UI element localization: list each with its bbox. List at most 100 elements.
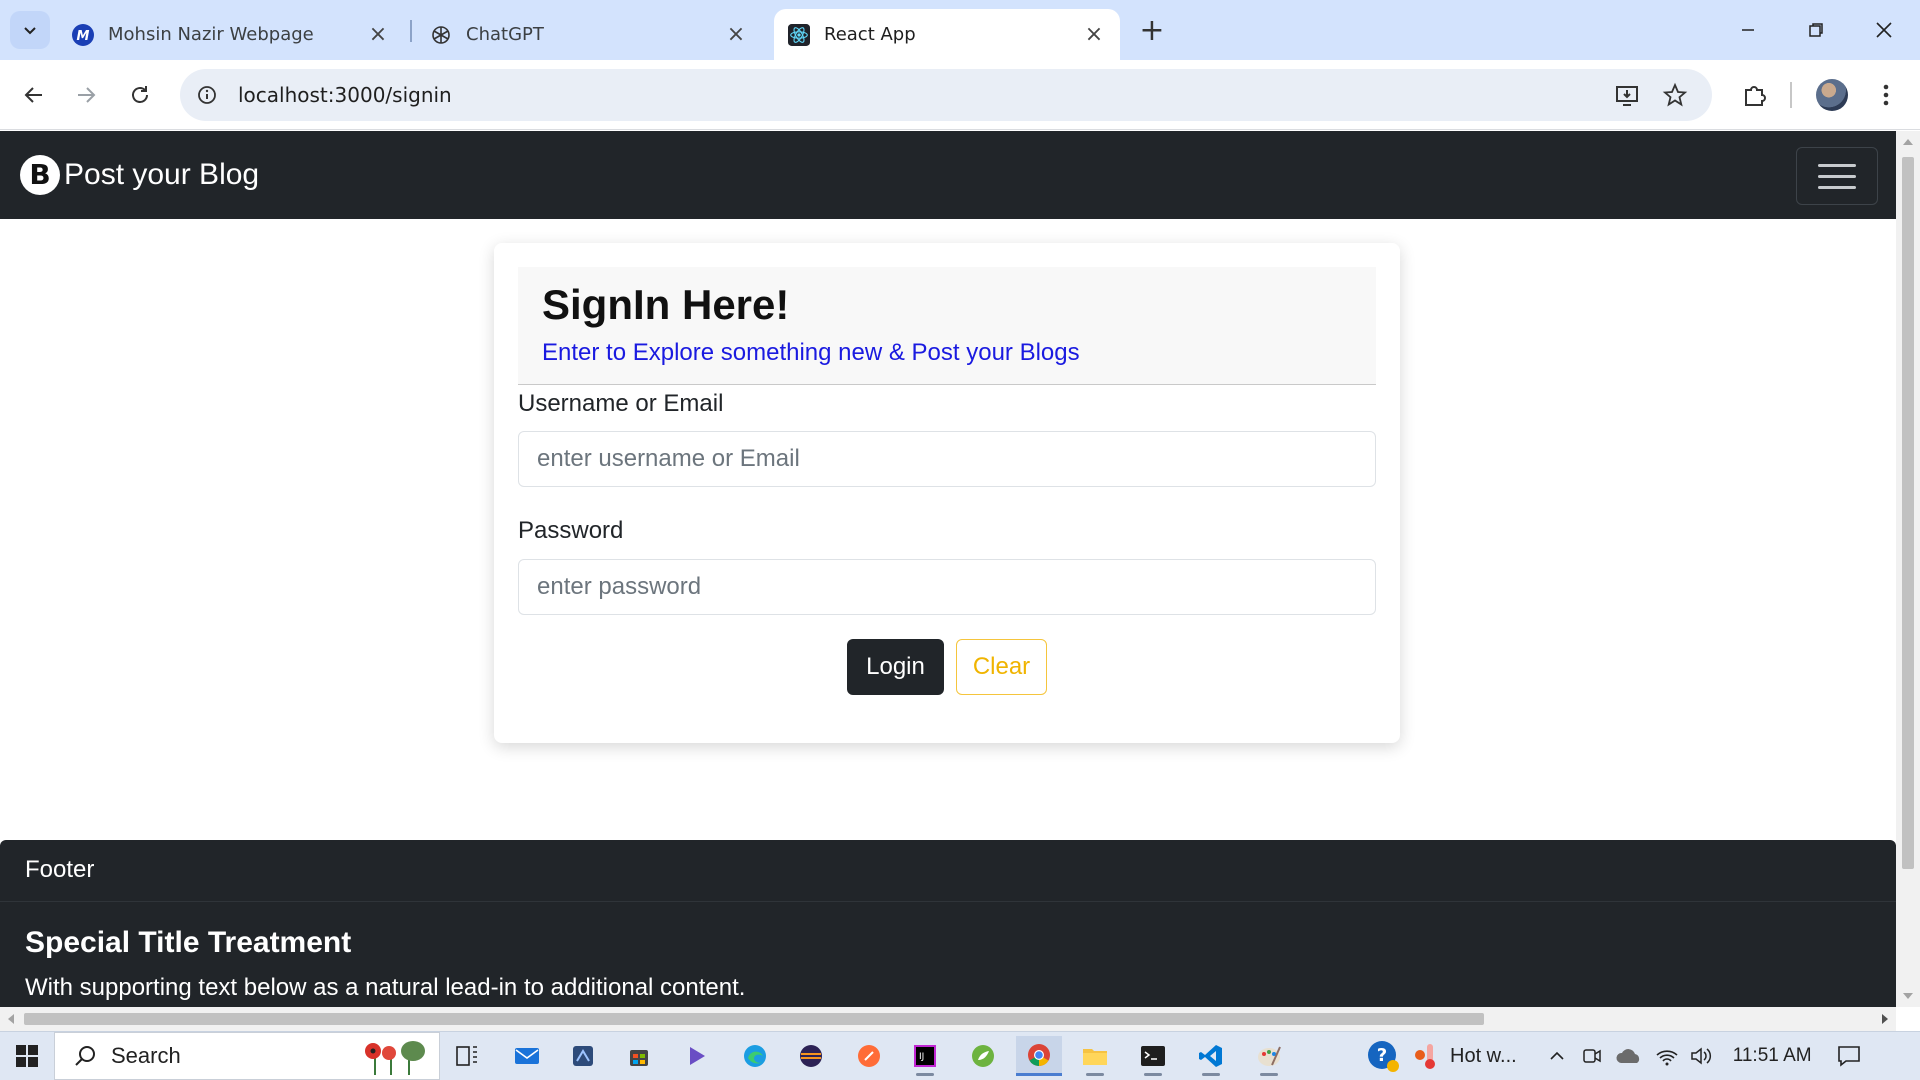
close-icon[interactable]: × xyxy=(1082,22,1106,47)
blogger-logo-icon: B xyxy=(20,155,60,195)
scroll-left-arrow-icon[interactable] xyxy=(8,1014,14,1024)
chevron-down-icon xyxy=(24,27,36,35)
scroll-up-arrow-icon[interactable] xyxy=(1903,139,1913,145)
wifi-icon[interactable] xyxy=(1655,1045,1679,1067)
taskbar-edge[interactable] xyxy=(732,1036,778,1076)
hamburger-line xyxy=(1818,185,1856,189)
folder-icon xyxy=(1083,1049,1107,1065)
onedrive-cloud-icon[interactable] xyxy=(1615,1046,1643,1066)
svg-text:IJ: IJ xyxy=(919,1052,924,1062)
taskbar-store[interactable] xyxy=(616,1036,662,1076)
horizontal-scroll-thumb[interactable] xyxy=(24,1013,1484,1025)
svg-text:M: M xyxy=(77,29,90,44)
play-icon xyxy=(690,1047,705,1065)
username-input[interactable] xyxy=(518,431,1376,487)
eclipse-icon xyxy=(800,1045,822,1067)
close-icon[interactable]: × xyxy=(724,22,748,47)
taskbar-mail[interactable] xyxy=(504,1036,550,1076)
mail-icon xyxy=(515,1048,539,1064)
thermometer-icon xyxy=(1415,1044,1435,1069)
chrome-icon xyxy=(1028,1043,1050,1066)
palette-icon xyxy=(1258,1046,1281,1066)
taskbar-search-label: Search xyxy=(111,1043,181,1068)
task-view-button[interactable] xyxy=(444,1036,490,1076)
postman-icon xyxy=(858,1045,880,1067)
reload-button[interactable] xyxy=(118,73,162,117)
hamburger-line xyxy=(1818,163,1856,167)
signin-card: SignIn Here! Enter to Explore something … xyxy=(494,243,1400,743)
scroll-right-arrow-icon[interactable] xyxy=(1882,1014,1888,1024)
notifications-icon[interactable] xyxy=(1836,1043,1862,1069)
terminal-icon xyxy=(1141,1046,1165,1066)
footer-text: With supporting text below as a natural … xyxy=(25,974,746,1001)
profile-button[interactable] xyxy=(1810,73,1854,117)
chevron-up-icon[interactable] xyxy=(1547,1046,1567,1066)
address-bar[interactable]: localhost:3000/signin xyxy=(180,69,1712,121)
scroll-down-arrow-icon[interactable] xyxy=(1903,993,1913,999)
close-icon xyxy=(1876,22,1892,38)
vertical-scrollbar[interactable] xyxy=(1896,131,1920,1007)
footer-header-text: Footer xyxy=(25,856,95,883)
system-tray: ? Hot w... 11:51 AM xyxy=(1364,1032,1920,1080)
speaker-icon[interactable] xyxy=(1689,1045,1713,1067)
intellij-icon: IJ xyxy=(914,1045,936,1067)
menu-button[interactable] xyxy=(1864,73,1908,117)
tab-separator xyxy=(410,20,412,42)
brand-link[interactable]: B Post your Blog xyxy=(20,155,259,195)
tab-react-app[interactable]: React App × xyxy=(774,9,1120,60)
tab-title: ChatGPT xyxy=(466,24,544,45)
taskbar-chrome[interactable] xyxy=(1016,1036,1062,1076)
restore-button[interactable] xyxy=(1786,10,1846,50)
close-icon[interactable]: × xyxy=(366,22,390,47)
minimize-button[interactable] xyxy=(1718,10,1778,50)
store-icon xyxy=(630,1050,648,1066)
taskbar-app-2[interactable] xyxy=(560,1036,606,1076)
spring-leaf-icon xyxy=(972,1045,994,1067)
taskbar-postman[interactable] xyxy=(846,1036,892,1076)
reload-icon xyxy=(132,86,148,103)
taskbar-vscode[interactable] xyxy=(1188,1036,1234,1076)
forward-button[interactable] xyxy=(64,73,108,117)
navbar-toggler-button[interactable] xyxy=(1796,147,1878,205)
taskbar-intellij[interactable]: IJ xyxy=(902,1036,948,1076)
taskbar-search-box[interactable]: Search xyxy=(54,1032,440,1080)
help-icon[interactable]: ? xyxy=(1366,1039,1400,1073)
install-app-icon[interactable] xyxy=(1612,80,1642,110)
taskbar-terminal[interactable] xyxy=(1130,1036,1176,1076)
tab-search-button[interactable] xyxy=(10,11,50,49)
clear-button[interactable]: Clear xyxy=(956,639,1047,695)
info-icon[interactable] xyxy=(190,78,224,112)
taskbar-eclipse[interactable] xyxy=(788,1036,834,1076)
new-tab-button[interactable]: + xyxy=(1136,13,1168,48)
blueprint-icon xyxy=(573,1046,593,1066)
taskbar-file-explorer[interactable] xyxy=(1072,1036,1118,1076)
meet-now-icon[interactable] xyxy=(1581,1045,1603,1067)
react-icon xyxy=(788,23,810,46)
puzzle-icon xyxy=(1745,86,1766,106)
taskbar-spring[interactable] xyxy=(960,1036,1006,1076)
vertical-scroll-thumb[interactable] xyxy=(1902,157,1914,869)
signin-card-header: SignIn Here! Enter to Explore something … xyxy=(518,267,1376,385)
tab-mohsin-nazir[interactable]: M Mohsin Nazir Webpage × xyxy=(58,9,404,60)
start-button[interactable] xyxy=(0,1032,54,1080)
extensions-button[interactable] xyxy=(1732,73,1776,117)
avatar xyxy=(1816,79,1848,111)
bookmark-star-icon[interactable] xyxy=(1660,80,1690,110)
tab-chatgpt[interactable]: ChatGPT × xyxy=(416,9,762,60)
taskbar-media[interactable] xyxy=(674,1036,720,1076)
close-window-button[interactable] xyxy=(1854,10,1914,50)
more-vertical-icon xyxy=(1883,84,1889,106)
page-viewport: B Post your Blog SignIn Here! Enter to E… xyxy=(0,131,1896,1007)
url-text[interactable]: localhost:3000/signin xyxy=(238,83,452,107)
vscode-icon xyxy=(1199,1045,1222,1067)
brand-letter: B xyxy=(29,158,51,191)
login-button[interactable]: Login xyxy=(847,639,944,695)
back-button[interactable] xyxy=(12,73,56,117)
taskbar-paint[interactable] xyxy=(1246,1036,1292,1076)
task-view-icon xyxy=(456,1046,477,1066)
weather-text[interactable]: Hot w... xyxy=(1450,1045,1517,1068)
password-input[interactable] xyxy=(518,559,1376,615)
username-label: Username or Email xyxy=(518,390,724,417)
horizontal-scrollbar[interactable] xyxy=(0,1007,1896,1031)
clock-time[interactable]: 11:51 AM xyxy=(1733,1045,1812,1067)
